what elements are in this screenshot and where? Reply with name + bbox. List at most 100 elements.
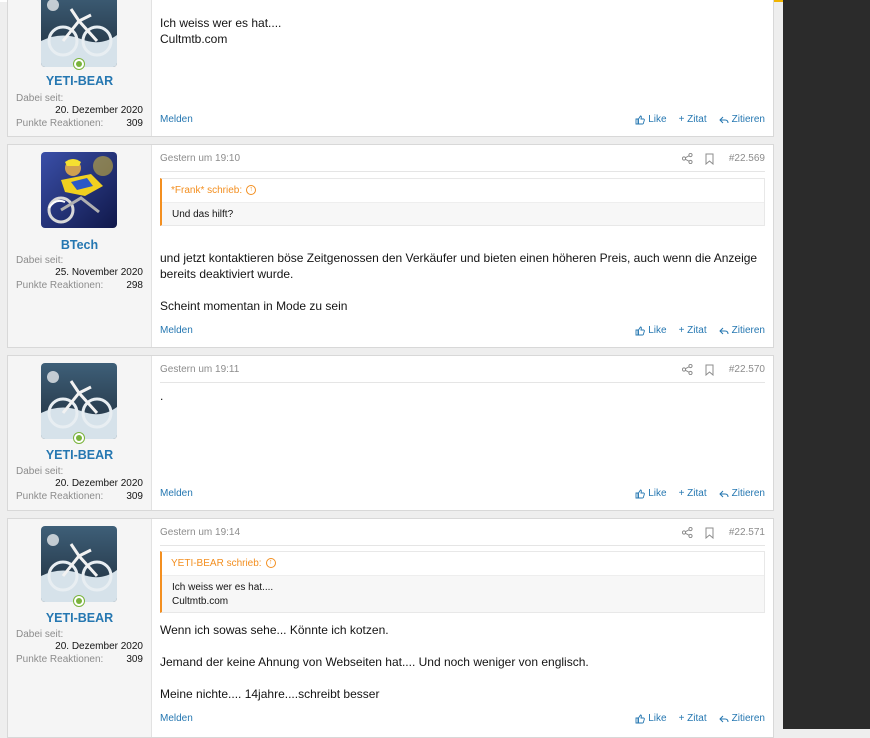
- reply-icon: [718, 490, 729, 497]
- quote-author: YETI-BEAR schrieb:: [171, 558, 262, 569]
- post-footer: Melden Like + Zitat Zitieren: [160, 713, 765, 729]
- post-content: Ich weiss wer es hat.... Cultmtb.com Mel…: [160, 0, 765, 136]
- member-since-value: 20. Dezember 2020: [55, 478, 143, 489]
- quote-line: Und das hilft?: [172, 209, 234, 220]
- quote-plus-button[interactable]: + Zitat: [679, 325, 707, 336]
- quote-line: Cultmtb.com: [172, 596, 229, 607]
- snowy-bicycle-avatar-icon: [41, 526, 117, 602]
- message-line: Cultmtb.com: [160, 32, 228, 46]
- user-cell: YETI-BEAR Dabei seit: 20. Dezember 2020 …: [8, 519, 152, 737]
- like-button[interactable]: Like: [635, 713, 667, 724]
- quote-button[interactable]: Zitieren: [718, 114, 765, 125]
- like-button[interactable]: Like: [635, 488, 667, 499]
- post: YETI-BEAR Dabei seit: 20. Dezember 2020 …: [7, 0, 774, 137]
- message-paragraph: Scheint momentan in Mode zu sein: [160, 299, 348, 313]
- reaction-points-value: 298: [126, 280, 143, 291]
- post-footer: Melden Like + Zitat Zitieren: [160, 488, 765, 504]
- quote-button[interactable]: Zitieren: [718, 325, 765, 336]
- post: BTech Dabei seit: 25. November 2020 Punk…: [7, 144, 774, 348]
- user-cell: YETI-BEAR Dabei seit: 20. Dezember 2020 …: [8, 356, 152, 510]
- report-link[interactable]: Melden: [160, 114, 193, 125]
- reaction-points-value: 309: [126, 654, 143, 665]
- quote-line: Ich weiss wer es hat....: [172, 582, 274, 593]
- username[interactable]: YETI-BEAR: [8, 611, 151, 625]
- reaction-points-label: Punkte Reaktionen:: [16, 280, 104, 291]
- quote-body: Ich weiss wer es hat.... Cultmtb.com: [162, 576, 764, 614]
- quote-label: Zitieren: [731, 713, 765, 724]
- report-link[interactable]: Melden: [160, 713, 193, 724]
- post-header: Gestern um 19:10 #22.569: [160, 151, 765, 172]
- message-paragraph: und jetzt kontaktieren böse Zeitgenossen…: [160, 251, 758, 281]
- bookmark-icon[interactable]: [704, 153, 715, 165]
- post-actions: Like + Zitat Zitieren: [635, 713, 765, 724]
- username[interactable]: YETI-BEAR: [8, 448, 151, 462]
- thumbs-up-icon: [635, 489, 646, 498]
- quote-plus-label: + Zitat: [678, 325, 707, 336]
- username[interactable]: BTech: [8, 238, 151, 252]
- post-footer: Melden Like + Zitat Zitieren: [160, 325, 765, 341]
- message-paragraph: Jemand der keine Ahnung von Webseiten ha…: [160, 655, 589, 669]
- username[interactable]: YETI-BEAR: [8, 74, 151, 88]
- post-date[interactable]: Gestern um 19:11: [160, 364, 239, 375]
- quote-plus-label: + Zitat: [678, 114, 707, 125]
- quote-header[interactable]: YETI-BEAR schrieb: ↑: [162, 552, 764, 576]
- share-icon[interactable]: [682, 364, 693, 375]
- reaction-points-label: Punkte Reaktionen:: [16, 118, 104, 129]
- quote-plus-button[interactable]: + Zitat: [679, 114, 707, 125]
- post-number[interactable]: #22.571: [729, 527, 765, 538]
- quote-plus-button[interactable]: + Zitat: [679, 713, 707, 724]
- quote-button[interactable]: Zitieren: [718, 713, 765, 724]
- quote-label: Zitieren: [731, 114, 765, 125]
- message-paragraph: Wenn ich sowas sehe... Könnte ich kotzen…: [160, 623, 389, 637]
- like-label: Like: [648, 114, 667, 125]
- post-message: .: [160, 388, 765, 404]
- quote-header[interactable]: *Frank* schrieb: ↑: [162, 179, 764, 203]
- arrow-up-icon[interactable]: ↑: [246, 185, 257, 196]
- quote-plus-label: + Zitat: [678, 713, 707, 724]
- post-actions: Like + Zitat Zitieren: [635, 114, 765, 125]
- avatar[interactable]: [41, 526, 117, 602]
- post-number[interactable]: #22.569: [729, 153, 765, 164]
- like-label: Like: [648, 488, 667, 499]
- post-header: Gestern um 19:14 #22.571: [160, 525, 765, 546]
- avatar[interactable]: [41, 152, 117, 228]
- post-content: Gestern um 19:10 #22.569 *Frank* schrieb…: [160, 145, 765, 347]
- quote-block: YETI-BEAR schrieb: ↑ Ich weiss wer es hat…: [160, 551, 765, 613]
- avatar[interactable]: [41, 363, 117, 439]
- bookmark-icon[interactable]: [704, 364, 715, 376]
- post-date[interactable]: Gestern um 19:14: [160, 527, 240, 538]
- bookmark-icon[interactable]: [704, 527, 715, 539]
- quote-label: Zitieren: [731, 325, 765, 336]
- report-link[interactable]: Melden: [160, 325, 193, 336]
- post-number[interactable]: #22.570: [729, 364, 765, 375]
- like-button[interactable]: Like: [635, 325, 667, 336]
- quote-author: *Frank* schrieb:: [171, 185, 243, 196]
- like-label: Like: [648, 325, 667, 336]
- thumbs-up-icon: [635, 326, 646, 335]
- post-content: Gestern um 19:14 #22.571 YETI-BEAR schri…: [160, 519, 765, 737]
- post: YETI-BEAR Dabei seit: 20. Dezember 2020 …: [7, 355, 774, 511]
- post-message: und jetzt kontaktieren böse Zeitgenossen…: [160, 250, 765, 330]
- member-since-label: Dabei seit:: [16, 93, 64, 104]
- arrow-up-icon[interactable]: ↑: [265, 558, 276, 569]
- reply-icon: [718, 116, 729, 123]
- snowy-bicycle-avatar-icon: [41, 0, 117, 67]
- quote-button[interactable]: Zitieren: [718, 488, 765, 499]
- like-button[interactable]: Like: [635, 114, 667, 125]
- post-header: Gestern um 19:11 #22.570: [160, 362, 765, 383]
- report-link[interactable]: Melden: [160, 488, 193, 499]
- reaction-points-value: 309: [126, 491, 143, 502]
- post-message: Ich weiss wer es hat.... Cultmtb.com: [160, 15, 765, 47]
- member-since-label: Dabei seit:: [16, 255, 64, 266]
- dark-side-panel: [783, 0, 870, 729]
- share-icon[interactable]: [682, 153, 693, 164]
- post-content: Gestern um 19:11 #22.570 . Melden Like +…: [160, 356, 765, 510]
- member-since-value: 25. November 2020: [55, 267, 143, 278]
- reaction-points-value: 309: [126, 118, 143, 129]
- share-icon[interactable]: [682, 527, 693, 538]
- quote-plus-button[interactable]: + Zitat: [679, 488, 707, 499]
- message-line: Ich weiss wer es hat....: [160, 16, 282, 30]
- online-status-icon: [73, 595, 85, 607]
- post-date[interactable]: Gestern um 19:10: [160, 153, 240, 164]
- avatar[interactable]: [41, 0, 117, 67]
